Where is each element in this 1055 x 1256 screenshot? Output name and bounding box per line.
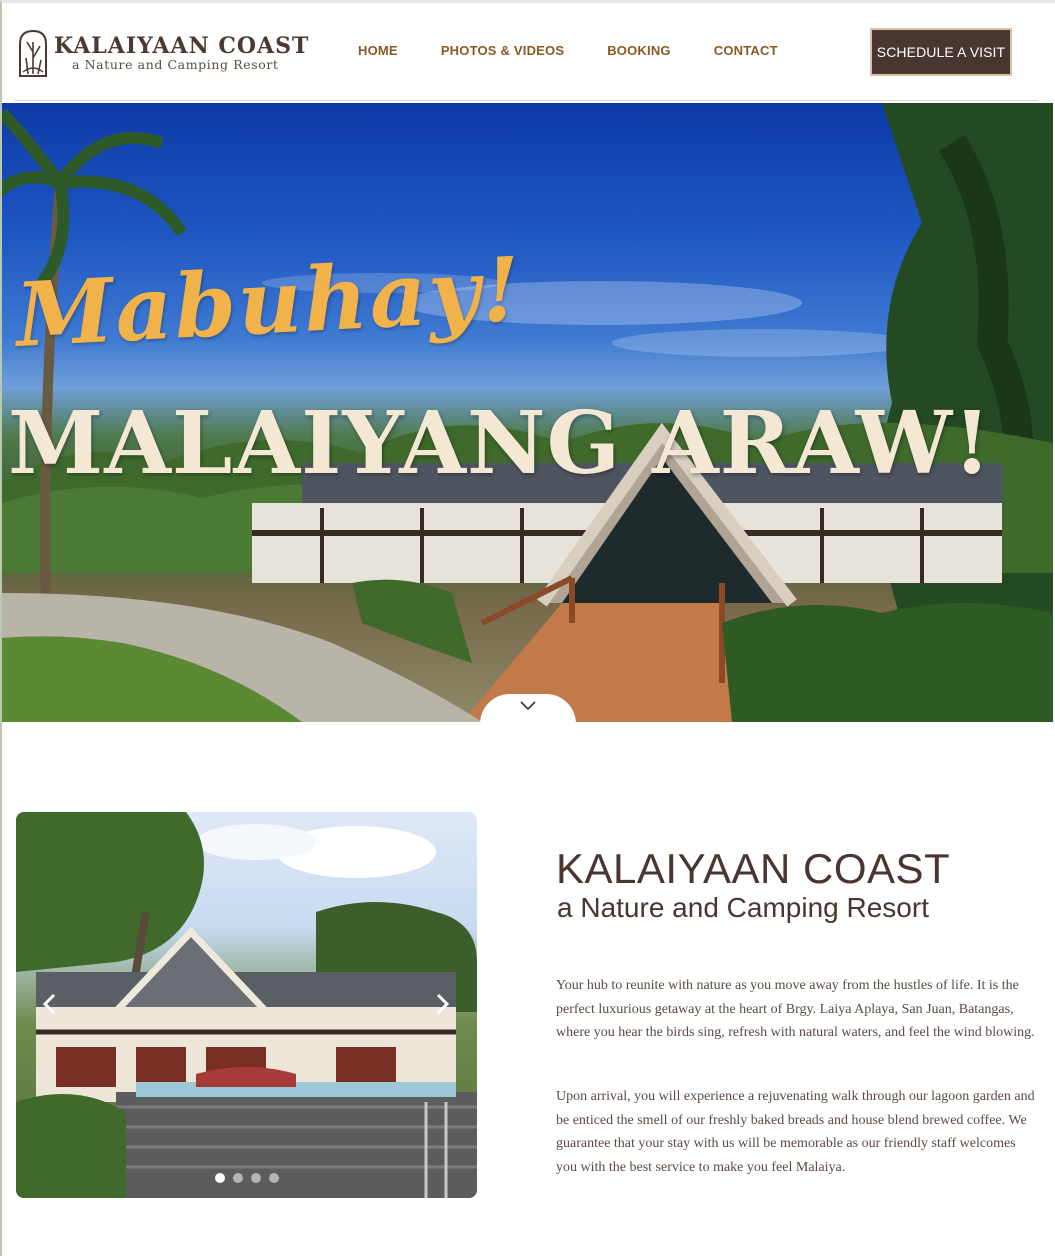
carousel-dot[interactable] xyxy=(233,1173,243,1183)
carousel-slide-image xyxy=(16,812,477,1198)
image-carousel[interactable] xyxy=(16,812,477,1198)
carousel-dot[interactable] xyxy=(251,1173,261,1183)
header-divider xyxy=(14,100,1038,101)
logo-icon xyxy=(19,29,47,77)
scroll-down-button[interactable] xyxy=(480,694,576,724)
chevron-left-icon[interactable] xyxy=(40,992,60,1016)
about-title: KALAIYAAN COAST xyxy=(556,845,951,892)
schedule-visit-button[interactable]: SCHEDULE A VISIT xyxy=(870,28,1012,76)
hero-banner: Mabuhay! MALAIYANG ARAW! xyxy=(2,103,1053,722)
carousel-dot[interactable] xyxy=(215,1173,225,1183)
chevron-right-icon[interactable] xyxy=(432,992,452,1016)
nav-home[interactable]: HOME xyxy=(358,43,398,58)
site-header: KALAIYAAN COAST a Nature and Camping Res… xyxy=(2,3,1053,103)
nav-contact[interactable]: CONTACT xyxy=(714,43,778,58)
hero-title: MALAIYANG ARAW! xyxy=(8,393,992,494)
main-nav: HOME PHOTOS & VIDEOS BOOKING CONTACT xyxy=(358,43,821,58)
nav-booking[interactable]: BOOKING xyxy=(607,43,671,58)
about-paragraph-2: Upon arrival, you will experience a reju… xyxy=(556,1089,1035,1175)
chevron-down-icon xyxy=(520,701,536,711)
site-logo[interactable]: KALAIYAAN COAST a Nature and Camping Res… xyxy=(17,28,309,78)
carousel-pagination xyxy=(215,1173,287,1183)
logo-title: KALAIYAAN COAST xyxy=(54,33,310,59)
carousel-dot[interactable] xyxy=(269,1173,279,1183)
nav-photos-videos[interactable]: PHOTOS & VIDEOS xyxy=(441,43,564,58)
logo-subtitle: a Nature and Camping Resort xyxy=(72,57,279,72)
about-subtitle: a Nature and Camping Resort xyxy=(557,892,929,923)
about-paragraph-1: Your hub to reunite with nature as you m… xyxy=(556,978,1035,1040)
